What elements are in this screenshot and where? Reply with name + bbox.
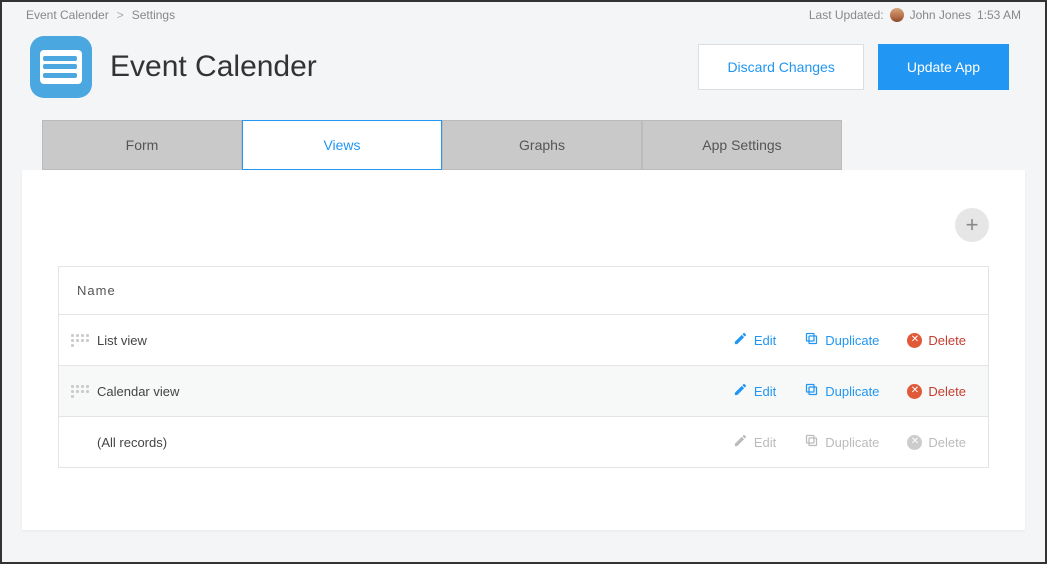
tab-views[interactable]: Views [242,120,442,170]
header-left: Event Calender [30,36,317,98]
drag-handle-icon[interactable] [71,385,89,398]
duplicate-label: Duplicate [825,384,879,399]
topbar: Event Calender > Settings Last Updated: … [2,2,1045,30]
table-row: List view Edit Duplicate ✕ Delete [59,315,988,366]
row-actions: Edit Duplicate ✕ Delete [733,331,976,349]
edit-button[interactable]: Edit [733,382,776,400]
table-row: (All records) Edit Duplicate ✕ Delete [59,417,988,467]
edit-button: Edit [733,433,776,451]
tab-form[interactable]: Form [42,120,242,170]
views-panel: + Name List view Edit Duplicate [22,170,1025,530]
list-icon [40,50,82,84]
add-view-button[interactable]: + [955,208,989,242]
edit-label: Edit [754,384,776,399]
app-icon [30,36,92,98]
header-actions: Discard Changes Update App [698,44,1009,90]
pencil-icon [733,433,748,451]
header: Event Calender Discard Changes Update Ap… [2,30,1045,110]
pencil-icon [733,331,748,349]
delete-label: Delete [928,333,966,348]
breadcrumb-item-settings[interactable]: Settings [132,8,175,22]
duplicate-button[interactable]: Duplicate [804,331,879,349]
avatar [890,8,904,22]
delete-icon: ✕ [907,384,922,399]
duplicate-icon [804,433,819,451]
tab-graphs[interactable]: Graphs [442,120,642,170]
delete-label: Delete [928,384,966,399]
row-actions: Edit Duplicate ✕ Delete [733,433,976,451]
duplicate-label: Duplicate [825,435,879,450]
view-name: Calendar view [93,384,733,399]
drag-handle-icon[interactable] [71,334,89,347]
breadcrumb-item-app[interactable]: Event Calender [26,8,109,22]
page-title: Event Calender [110,50,317,84]
edit-button[interactable]: Edit [733,331,776,349]
user-name: John Jones [910,8,971,22]
column-header-name: Name [77,283,970,298]
pencil-icon [733,382,748,400]
table-row: Calendar view Edit Duplicate ✕ Delete [59,366,988,417]
add-row: + [58,190,989,266]
edit-label: Edit [754,333,776,348]
update-app-button[interactable]: Update App [878,44,1009,90]
delete-icon: ✕ [907,333,922,348]
duplicate-label: Duplicate [825,333,879,348]
last-updated-time: 1:53 AM [977,8,1021,22]
discard-changes-button[interactable]: Discard Changes [698,44,863,90]
delete-label: Delete [928,435,966,450]
duplicate-icon [804,382,819,400]
view-name: List view [93,333,733,348]
breadcrumb-separator: > [117,8,124,22]
views-table: Name List view Edit Duplicate ✕ [58,266,989,468]
duplicate-button: Duplicate [804,433,879,451]
breadcrumb: Event Calender > Settings [26,8,175,22]
table-header: Name [59,267,988,315]
last-updated: Last Updated: John Jones 1:53 AM [809,8,1021,22]
delete-button[interactable]: ✕ Delete [907,384,966,399]
last-updated-label: Last Updated: [809,8,884,22]
duplicate-button[interactable]: Duplicate [804,382,879,400]
view-name: (All records) [93,435,733,450]
row-actions: Edit Duplicate ✕ Delete [733,382,976,400]
delete-button: ✕ Delete [907,435,966,450]
tabs: Form Views Graphs App Settings [42,120,1005,170]
delete-button[interactable]: ✕ Delete [907,333,966,348]
tab-app-settings[interactable]: App Settings [642,120,842,170]
delete-icon: ✕ [907,435,922,450]
duplicate-icon [804,331,819,349]
edit-label: Edit [754,435,776,450]
